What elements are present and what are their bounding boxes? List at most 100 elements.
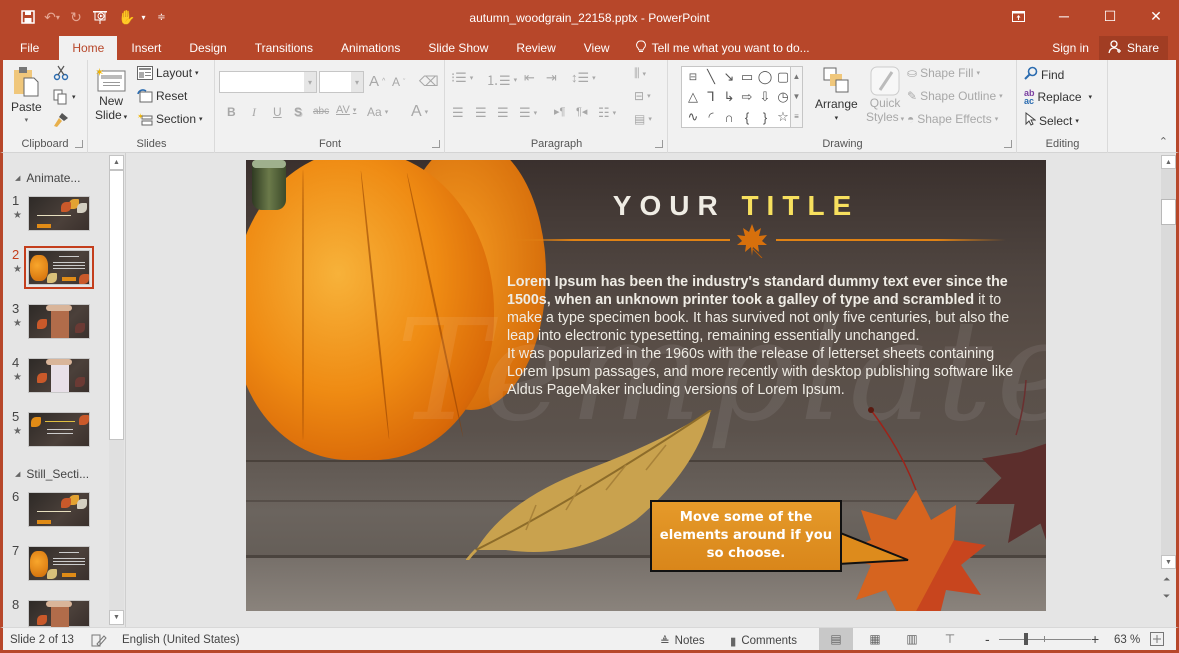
bullets-icon[interactable]: ⁝☰ ▾ bbox=[451, 70, 473, 86]
shape-oval-icon[interactable]: ◯ bbox=[756, 68, 774, 86]
text-shadow-button[interactable]: S bbox=[294, 105, 302, 119]
scroll-down-icon[interactable]: ▼ bbox=[109, 610, 124, 625]
align-center-icon[interactable]: ☰ bbox=[475, 105, 487, 121]
fit-to-window-icon[interactable] bbox=[1150, 632, 1164, 646]
share-button[interactable]: Share bbox=[1098, 36, 1168, 60]
new-slide-button[interactable]: ✶ New Slide ▾ bbox=[95, 66, 127, 125]
shape-elbow-icon[interactable]: ⅂ bbox=[702, 88, 720, 106]
slide-show-icon[interactable]: ⊤ bbox=[933, 628, 967, 650]
font-size-combo[interactable]: ▾ bbox=[319, 71, 364, 93]
shape-right-brace-icon[interactable]: } bbox=[756, 108, 774, 126]
zoom-slider-track[interactable] bbox=[999, 639, 1091, 640]
strikethrough-button[interactable]: abc bbox=[313, 106, 329, 117]
shape-rectangle-icon[interactable]: ▭ bbox=[738, 68, 756, 86]
tab-home[interactable]: Home bbox=[59, 36, 118, 60]
shape-left-brace-icon[interactable]: { bbox=[738, 108, 756, 126]
font-size-dropdown-icon[interactable]: ▾ bbox=[351, 72, 363, 92]
shape-textbox-icon[interactable]: ⊟ bbox=[684, 68, 702, 86]
shape-triangle-icon[interactable]: △ bbox=[684, 88, 702, 106]
shape-right-arrow-icon[interactable]: ⇨ bbox=[738, 88, 756, 106]
tab-insert[interactable]: Insert bbox=[117, 36, 175, 60]
slide-thumbnail-5[interactable] bbox=[28, 412, 90, 447]
tab-animations[interactable]: Animations bbox=[327, 36, 414, 60]
cut-icon[interactable] bbox=[53, 65, 69, 81]
clear-formatting-icon[interactable]: ⌫ bbox=[419, 73, 439, 90]
gallery-down-icon[interactable]: ▼ bbox=[791, 87, 802, 107]
shrink-font-icon[interactable]: Aˇ bbox=[392, 75, 405, 89]
shape-fill-button[interactable]: ⛀ Shape Fill ▾ bbox=[907, 66, 980, 80]
reset-button[interactable]: Reset bbox=[137, 89, 187, 103]
shape-outline-button[interactable]: ✎ Shape Outline ▾ bbox=[907, 89, 1003, 103]
increase-indent-icon[interactable]: ⇥ bbox=[546, 70, 557, 86]
format-painter-icon[interactable] bbox=[53, 112, 69, 128]
notes-button[interactable]: ≜ Notes bbox=[660, 634, 705, 648]
slide-sorter-icon[interactable]: ▦ bbox=[858, 628, 892, 650]
zoom-level[interactable]: 63 % bbox=[1114, 634, 1140, 646]
reading-view-icon[interactable]: ▥ bbox=[895, 628, 929, 650]
justify-icon[interactable]: ☰ ▾ bbox=[519, 105, 537, 121]
tab-slide-show[interactable]: Slide Show bbox=[414, 36, 502, 60]
thumbnail-scrollbar[interactable]: ▲ ▼ bbox=[109, 155, 124, 625]
maximize-icon[interactable]: ☐ bbox=[1087, 0, 1133, 32]
shape-scribble-icon[interactable]: ∿ bbox=[684, 108, 702, 126]
slide-canvas[interactable]: Templates YOUR TITLE Lorem Ipsum has bee… bbox=[246, 160, 1046, 611]
layout-button[interactable]: Layout ▾ bbox=[137, 66, 199, 80]
sign-in-link[interactable]: Sign in bbox=[1042, 41, 1099, 55]
decrease-indent-icon[interactable]: ⇤ bbox=[524, 70, 535, 86]
shape-curve-icon[interactable]: ∩ bbox=[720, 108, 738, 126]
slide-title[interactable]: YOUR TITLE bbox=[246, 190, 1046, 222]
paste-button[interactable]: Paste ▾ bbox=[11, 66, 42, 124]
font-color-button[interactable]: A ▾ bbox=[411, 103, 428, 121]
tab-transitions[interactable]: Transitions bbox=[241, 36, 327, 60]
tab-file[interactable]: File bbox=[0, 36, 59, 60]
normal-view-icon[interactable]: ▤ bbox=[819, 628, 853, 650]
zoom-out-button[interactable]: - bbox=[985, 631, 990, 647]
slide-thumbnail-7[interactable] bbox=[28, 546, 90, 581]
gallery-up-icon[interactable]: ▲ bbox=[791, 67, 802, 87]
paragraph-launcher[interactable] bbox=[655, 140, 663, 148]
tab-review[interactable]: Review bbox=[502, 36, 569, 60]
zoom-in-button[interactable]: + bbox=[1091, 631, 1099, 647]
spell-check-icon[interactable] bbox=[91, 634, 107, 648]
convert-to-smartart-icon[interactable]: ▤ ▾ bbox=[634, 112, 652, 126]
shape-line-icon[interactable]: ╲ bbox=[702, 68, 720, 86]
select-button[interactable]: Select ▾ bbox=[1024, 111, 1079, 129]
slide-thumbnail-4[interactable] bbox=[28, 358, 90, 393]
shape-arrow-line-icon[interactable]: ↘ bbox=[720, 68, 738, 86]
underline-button[interactable]: U bbox=[273, 105, 282, 119]
shape-arc-icon[interactable]: ◜ bbox=[702, 108, 720, 126]
section-button[interactable]: ✶ Section ▾ bbox=[137, 112, 203, 126]
zoom-slider-thumb[interactable] bbox=[1023, 633, 1028, 645]
shapes-gallery-scroll[interactable]: ▲ ▼ ≡ bbox=[790, 67, 802, 127]
bold-button[interactable]: B bbox=[227, 105, 236, 119]
arrange-button[interactable]: Arrange ▾ bbox=[815, 66, 858, 122]
align-right-icon[interactable]: ☰ bbox=[497, 105, 509, 121]
slide-scrollbar[interactable]: ▲ ▼ bbox=[1161, 155, 1176, 569]
collapse-ribbon-icon[interactable]: ⌃ bbox=[1159, 135, 1168, 148]
next-slide-icon[interactable]: ⏷ bbox=[1163, 591, 1170, 602]
language-indicator[interactable]: English (United States) bbox=[122, 634, 240, 646]
collapse-triangle-icon[interactable]: ◢ bbox=[15, 470, 20, 478]
text-direction-icon[interactable]: ⫼ ▾ bbox=[634, 66, 646, 81]
scroll-up-icon[interactable]: ▲ bbox=[109, 155, 124, 170]
section-header-still[interactable]: ◢ Still_Secti... bbox=[15, 467, 89, 481]
font-name-combo[interactable]: ▾ bbox=[219, 71, 317, 93]
find-button[interactable]: Find bbox=[1024, 66, 1064, 83]
section-header-animated[interactable]: ◢ Animate... bbox=[15, 171, 80, 185]
tab-design[interactable]: Design bbox=[175, 36, 240, 60]
ltr-icon[interactable]: ▸¶ bbox=[554, 105, 565, 118]
maple-leaves-image[interactable] bbox=[816, 380, 1046, 611]
italic-button[interactable]: I bbox=[252, 105, 256, 120]
numbering-icon[interactable]: ⒈☰ ▾ bbox=[486, 70, 517, 89]
slide-scroll-thumb[interactable] bbox=[1161, 199, 1176, 225]
change-case-button[interactable]: Aa ▾ bbox=[367, 105, 388, 119]
callout-box[interactable]: Move some of the elements around if you … bbox=[650, 500, 842, 572]
thumbnail-scroll-thumb[interactable] bbox=[109, 170, 124, 440]
previous-slide-icon[interactable]: ⏶ bbox=[1163, 574, 1170, 585]
minimize-icon[interactable]: ─ bbox=[1041, 0, 1087, 32]
font-launcher[interactable] bbox=[432, 140, 440, 148]
align-left-icon[interactable]: ☰ bbox=[452, 105, 464, 121]
shape-elbow-arrow-icon[interactable]: ↳ bbox=[720, 88, 738, 106]
slide-thumbnail-8[interactable] bbox=[28, 600, 90, 628]
close-icon[interactable]: ✕ bbox=[1133, 0, 1179, 32]
